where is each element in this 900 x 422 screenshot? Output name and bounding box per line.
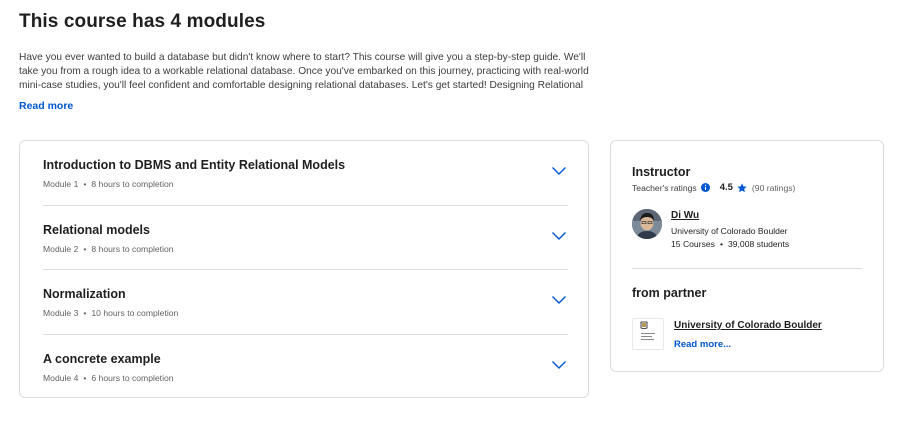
- module-meta: Module 4 • 6 hours to completion: [43, 372, 174, 383]
- partner-read-more-link[interactable]: Read more...: [674, 339, 731, 350]
- module-title: Normalization: [43, 287, 126, 301]
- partner-logo[interactable]: [632, 318, 664, 350]
- read-more-link[interactable]: Read more: [19, 100, 73, 112]
- module-meta: Module 3 • 10 hours to completion: [43, 308, 179, 318]
- module-item-2[interactable]: Relational models Module 2 • 8 hours to co…: [43, 206, 568, 270]
- ratings-label: Teacher's ratings: [632, 182, 697, 193]
- instructor-org: University of Colorado Boulder: [671, 226, 788, 236]
- chevron-down-icon[interactable]: [551, 295, 567, 305]
- instructor-avatar[interactable]: [632, 209, 662, 239]
- chevron-down-icon[interactable]: [551, 360, 567, 370]
- rating-count: (90 ratings): [751, 182, 796, 193]
- star-icon: [737, 182, 747, 192]
- partner-heading: from partner: [632, 286, 707, 300]
- module-meta: Module 1 • 8 hours to completion: [43, 179, 174, 189]
- rating-value: 4.5: [719, 182, 733, 193]
- module-title: Introduction to DBMS and Entity Relation…: [43, 158, 346, 172]
- chevron-down-icon[interactable]: [551, 166, 567, 176]
- instructor-heading: Instructor: [632, 165, 691, 179]
- page-title: This course has 4 modules: [19, 11, 266, 32]
- divider: [632, 268, 862, 269]
- module-item-1[interactable]: Introduction to DBMS and Entity Relation…: [43, 141, 568, 206]
- chevron-down-icon[interactable]: [551, 231, 567, 241]
- modules-list: Introduction to DBMS and Entity Relation…: [19, 140, 589, 398]
- partner-name-link[interactable]: University of Colorado Boulder: [674, 320, 822, 331]
- module-title: A concrete example: [43, 351, 161, 366]
- module-item-4[interactable]: A concrete example Module 4 • 6 hours to c…: [43, 335, 568, 400]
- module-meta: Module 2 • 8 hours to completion: [43, 243, 174, 254]
- ratings-row: Teacher's ratings 4.5 (90 ratings): [632, 182, 795, 193]
- instructor-stats: 15 Courses • 39,008 students: [671, 239, 790, 249]
- instructor-name-link[interactable]: Di Wu: [671, 210, 699, 221]
- instructor-card: Instructor Teacher's ratings 4.5 (90 rat…: [610, 140, 884, 372]
- module-title: Relational models: [43, 222, 150, 237]
- course-description: Have you ever wanted to build a database…: [19, 52, 589, 91]
- module-item-3[interactable]: Normalization Module 3 • 10 hours to compl…: [43, 270, 568, 335]
- info-icon[interactable]: [700, 183, 710, 192]
